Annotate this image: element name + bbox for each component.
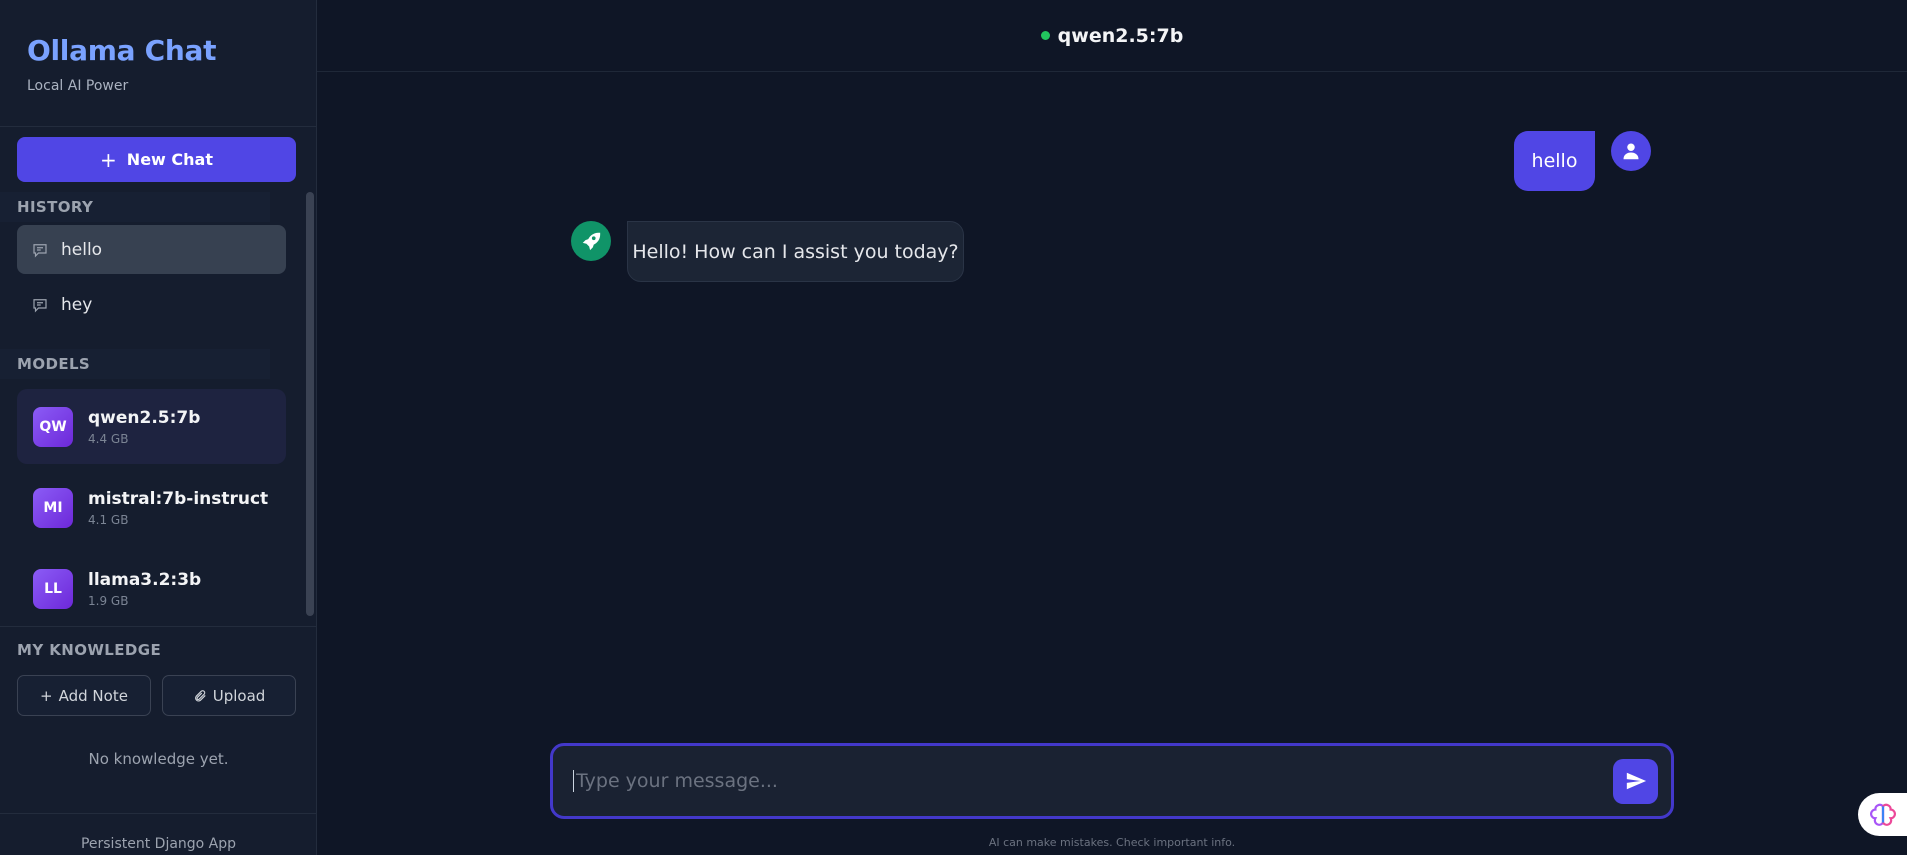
sidebar-scrollbar[interactable] bbox=[306, 192, 314, 616]
upload-label: Upload bbox=[212, 686, 266, 705]
chat-header: qwen2.5:7b bbox=[317, 0, 1907, 72]
knowledge-heading: MY KNOWLEDGE bbox=[17, 641, 162, 659]
disclaimer-text: AI can make mistakes. Check important in… bbox=[988, 836, 1236, 849]
app-root: Ollama Chat Local AI Power + New Chat HI… bbox=[0, 0, 1907, 855]
new-chat-button[interactable]: + New Chat bbox=[17, 137, 296, 182]
plus-icon: + bbox=[100, 147, 117, 172]
upload-button[interactable]: Upload bbox=[162, 675, 296, 716]
model-info: llama3.2:3b 1.9 GB bbox=[88, 570, 201, 608]
message-composer bbox=[550, 743, 1674, 819]
model-item-llama[interactable]: LL llama3.2:3b 1.9 GB bbox=[17, 551, 286, 626]
model-item-mistral[interactable]: MI mistral:7b-instruct 4.1 GB bbox=[17, 470, 286, 545]
history-item-label: hello bbox=[61, 239, 103, 260]
sidebar-scroll-area: HISTORY hello hey MODELS QW qwen2.5:7b 4… bbox=[0, 192, 317, 626]
sidebar-footer: Persistent Django App bbox=[0, 813, 317, 855]
model-name: llama3.2:3b bbox=[88, 569, 202, 590]
sidebar: Ollama Chat Local AI Power + New Chat HI… bbox=[0, 0, 317, 855]
brand: Ollama Chat Local AI Power bbox=[0, 0, 316, 127]
models-heading: MODELS bbox=[0, 349, 270, 379]
plus-icon: + bbox=[40, 686, 53, 705]
brain-icon bbox=[1869, 803, 1896, 826]
knowledge-actions: + Add Note Upload bbox=[0, 675, 317, 716]
active-model-title: qwen2.5:7b bbox=[1057, 24, 1184, 47]
brand-title: Ollama Chat bbox=[27, 34, 217, 67]
model-avatar: LL bbox=[33, 568, 73, 609]
chat-main: qwen2.5:7b hello Hello! How can I assist… bbox=[317, 0, 1907, 855]
model-name: qwen2.5:7b bbox=[88, 407, 201, 428]
user-avatar bbox=[1611, 131, 1651, 171]
knowledge-section: MY KNOWLEDGE + Add Note Upload No knowle… bbox=[0, 626, 317, 814]
model-item-qwen[interactable]: QW qwen2.5:7b 4.4 GB bbox=[17, 389, 286, 464]
assistant-message: Hello! How can I assist you today? bbox=[627, 221, 964, 282]
history-item-hey[interactable]: hey bbox=[17, 280, 286, 329]
history-item-label: hey bbox=[61, 294, 93, 315]
model-size: 4.1 GB bbox=[88, 512, 129, 527]
message-input[interactable] bbox=[573, 770, 1613, 792]
chat-bubble-icon bbox=[33, 298, 47, 312]
add-note-label: Add Note bbox=[58, 686, 128, 705]
history-item-hello[interactable]: hello bbox=[17, 225, 286, 274]
paperclip-icon bbox=[194, 689, 206, 701]
model-info: mistral:7b-instruct 4.1 GB bbox=[88, 489, 268, 527]
floating-assistant-widget[interactable] bbox=[1858, 793, 1907, 836]
assistant-avatar bbox=[571, 221, 611, 261]
send-button[interactable] bbox=[1613, 758, 1658, 804]
model-info: qwen2.5:7b 4.4 GB bbox=[88, 408, 200, 446]
brand-subtitle: Local AI Power bbox=[27, 78, 129, 94]
chat-bubble-icon bbox=[33, 243, 47, 257]
send-icon bbox=[1626, 772, 1646, 790]
new-chat-label: New Chat bbox=[126, 150, 213, 169]
user-message: hello bbox=[1514, 131, 1595, 191]
history-heading: HISTORY bbox=[0, 192, 270, 222]
model-size: 4.4 GB bbox=[88, 431, 129, 446]
model-avatar: MI bbox=[33, 487, 73, 528]
model-name: mistral:7b-instruct bbox=[88, 488, 269, 509]
user-icon bbox=[1623, 143, 1639, 160]
model-avatar: QW bbox=[33, 406, 73, 447]
add-note-button[interactable]: + Add Note bbox=[17, 675, 151, 716]
model-size: 1.9 GB bbox=[88, 593, 129, 608]
knowledge-empty-text: No knowledge yet. bbox=[88, 750, 229, 768]
status-dot bbox=[1040, 31, 1050, 40]
rocket-icon bbox=[582, 232, 601, 251]
